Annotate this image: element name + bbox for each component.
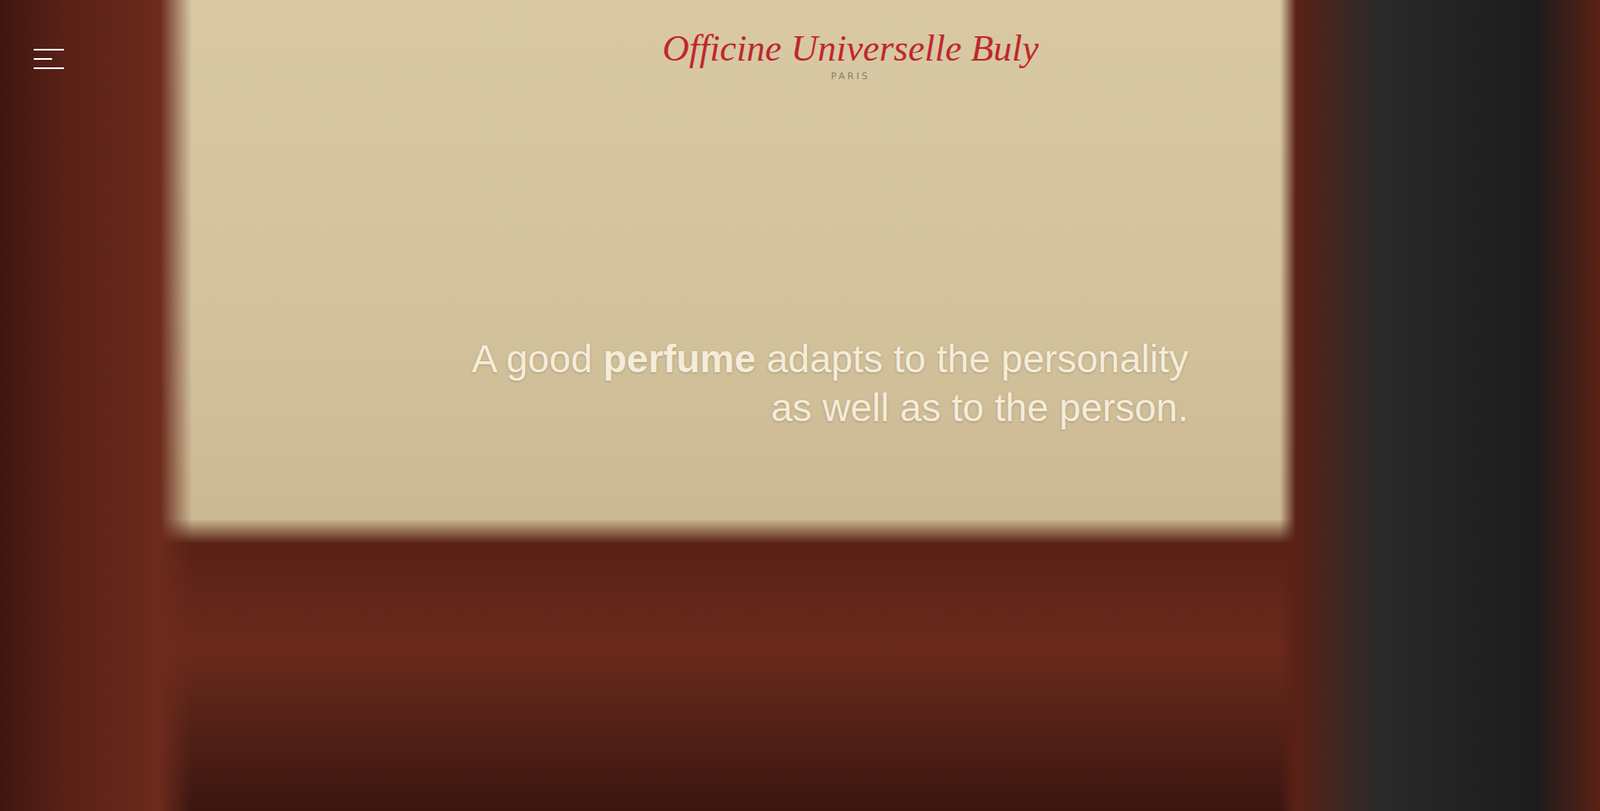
menu-button[interactable] [33, 42, 68, 76]
site-header: Officine Universelle BulyPARIS [0, 0, 1600, 82]
logo-name: Officine Universelle Buly [662, 28, 1039, 70]
tagline-line: A good perfume adapts to the personality [471, 334, 1189, 383]
tagline-line: as well as to the person. [471, 382, 1189, 432]
hero: Officine Universelle BulyPARIS A good per… [0, 0, 1600, 811]
hamburger-icon [33, 47, 64, 71]
tagline-segment: adapts to the personality [755, 336, 1189, 381]
tagline-segment: as well as to the person. [770, 385, 1189, 430]
logo-city: PARIS [830, 70, 870, 82]
logo[interactable]: Officine Universelle BulyPARIS [662, 28, 1039, 82]
tagline-segment: A good [471, 336, 603, 381]
tagline-segment: perfume [603, 336, 756, 381]
tagline: A good perfume adapts to the personality… [471, 334, 1189, 432]
tagline-wrap: A good perfume adapts to the personality… [0, 81, 1600, 432]
